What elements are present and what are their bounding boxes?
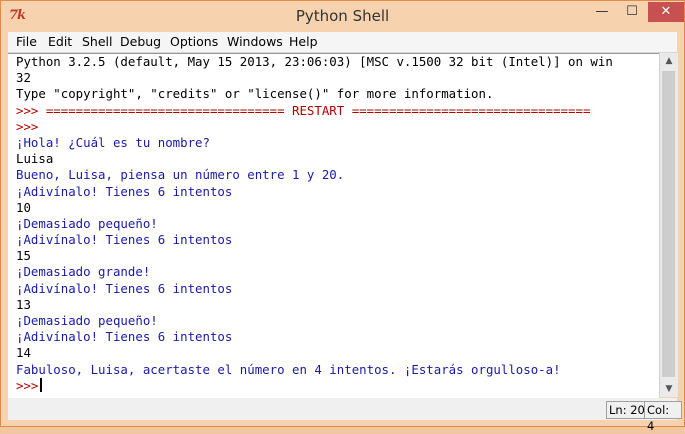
menu-debug[interactable]: Debug [120, 34, 161, 49]
status-line-number: Ln: 20 [606, 401, 648, 419]
python-shell-window: 7k Python Shell — ☐ ✕ File Edit Shell De… [0, 0, 685, 433]
menu-help[interactable]: Help [289, 34, 318, 49]
menu-bar: File Edit Shell Debug Options Windows He… [8, 32, 677, 53]
shell-line: >>> ================================ RES… [16, 102, 591, 118]
menu-edit[interactable]: Edit [48, 34, 72, 49]
shell-line: 14 [16, 345, 31, 361]
shell-text-area[interactable]: Python 3.2.5 (default, May 15 2013, 23:0… [8, 53, 659, 398]
menu-file[interactable]: File [16, 34, 37, 49]
shell-line: ¡Adivínalo! Tienes 6 intentos [16, 329, 233, 345]
shell-line: 32 [16, 70, 31, 86]
menu-options[interactable]: Options [170, 34, 218, 49]
shell-line: Type "copyright", "credits" or "license(… [16, 86, 494, 102]
shell-prompt-line[interactable]: >>> [16, 377, 613, 394]
shell-line: ¡Hola! ¿Cuál es tu nombre? [16, 134, 210, 150]
shell-line: >>> [16, 118, 39, 134]
window-title: Python Shell [295, 7, 390, 25]
shell-line: ¡Adivínalo! Tienes 6 intentos [16, 280, 233, 296]
scrollbar-thumb[interactable] [662, 71, 675, 377]
shell-line: ¡Adivínalo! Tienes 6 intentos [16, 183, 233, 199]
shell-line: 10 [16, 199, 31, 215]
shell-line: ¡Adivínalo! Tienes 6 intentos [16, 232, 233, 248]
menu-shell[interactable]: Shell [82, 34, 113, 49]
shell-prompt: >>> [16, 377, 39, 393]
close-button[interactable]: ✕ [648, 2, 684, 22]
scroll-up-arrow-icon[interactable]: ▲ [660, 53, 678, 69]
status-column-number: Col: 4 [644, 401, 682, 433]
menu-windows[interactable]: Windows [227, 34, 283, 49]
vertical-scrollbar[interactable]: ▲ ▼ [659, 53, 678, 397]
shell-line: 15 [16, 248, 31, 264]
shell-line: ¡Demasiado grande! [16, 264, 151, 280]
shell-line: 13 [16, 296, 31, 312]
status-bar: Ln: 20 Col: 4 [8, 398, 682, 433]
shell-line: Python 3.2.5 (default, May 15 2013, 23:0… [16, 54, 613, 69]
scroll-down-arrow-icon[interactable]: ▼ [660, 381, 678, 397]
shell-output: Python 3.2.5 (default, May 15 2013, 23:0… [16, 54, 613, 394]
shell-line: Bueno, Luisa, piensa un número entre 1 y… [16, 167, 345, 183]
maximize-button[interactable]: ☐ [617, 2, 647, 22]
title-bar[interactable]: 7k Python Shell — ☐ ✕ [1, 1, 684, 32]
shell-line: ¡Demasiado pequeño! [16, 313, 158, 328]
shell-line: Fabuloso, Luisa, acertaste el número en … [16, 361, 561, 377]
text-cursor [40, 377, 43, 392]
minimize-button[interactable]: — [587, 2, 617, 22]
shell-line: ¡Demasiado pequeño! [16, 215, 158, 231]
shell-line: Luisa [16, 151, 54, 167]
